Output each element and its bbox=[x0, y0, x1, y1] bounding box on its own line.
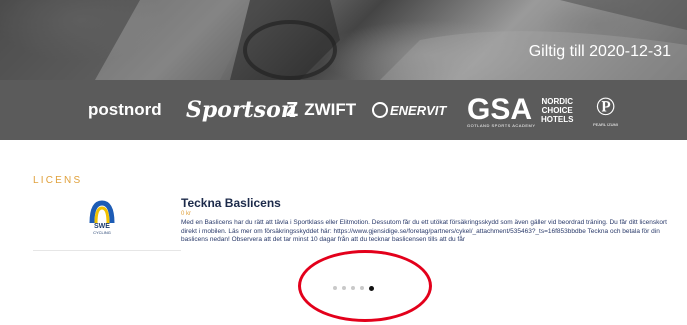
section-heading-licens: LICENS bbox=[33, 175, 83, 186]
sponsor-logo-nordic-choice: NORDIC CHOICE HOTELS bbox=[541, 96, 574, 124]
sponsor-logo-postnord: postnord bbox=[88, 100, 162, 119]
sponsor-logo-pearl-izumi: ℗ PEARL IZUMI bbox=[593, 91, 618, 127]
license-price: 0 kr bbox=[181, 211, 192, 217]
cyclist-photo-graphic bbox=[0, 0, 687, 80]
zwift-z-icon: Z bbox=[286, 98, 299, 121]
highlight-circle-annotation bbox=[298, 250, 432, 322]
sponsor-logo-sportson: Sportson bbox=[186, 97, 297, 123]
sponsor-logo-enervit: ENERVIT bbox=[372, 80, 446, 140]
enervit-icon bbox=[372, 102, 388, 118]
sponsor-logo-gsa: GSA GOTLAND SPORTS ACADEMY bbox=[467, 92, 536, 128]
license-valid-until: Giltig till 2020-12-31 bbox=[528, 43, 671, 60]
license-title[interactable]: Teckna Baslicens bbox=[181, 196, 281, 210]
sponsor-logo-zwift: Z ZWIFT bbox=[286, 98, 357, 121]
divider bbox=[33, 250, 181, 251]
swe-cycling-arc-icon bbox=[89, 200, 115, 224]
swe-cycling-logo: SWE CYCLING bbox=[84, 199, 120, 247]
pearl-izumi-icon: ℗ bbox=[595, 91, 616, 122]
hero-banner: Giltig till 2020-12-31 postnord Sportson… bbox=[0, 0, 687, 140]
license-description: Med en Baslicens har du rätt att tävla i… bbox=[181, 219, 667, 243]
hero-photo: Giltig till 2020-12-31 bbox=[0, 0, 687, 80]
insurance-link[interactable]: https://www.gjensidige.se/foretag/partne… bbox=[333, 228, 585, 235]
sponsor-band: postnord Sportson Z ZWIFT ENERVIT GSA GO… bbox=[0, 80, 687, 140]
